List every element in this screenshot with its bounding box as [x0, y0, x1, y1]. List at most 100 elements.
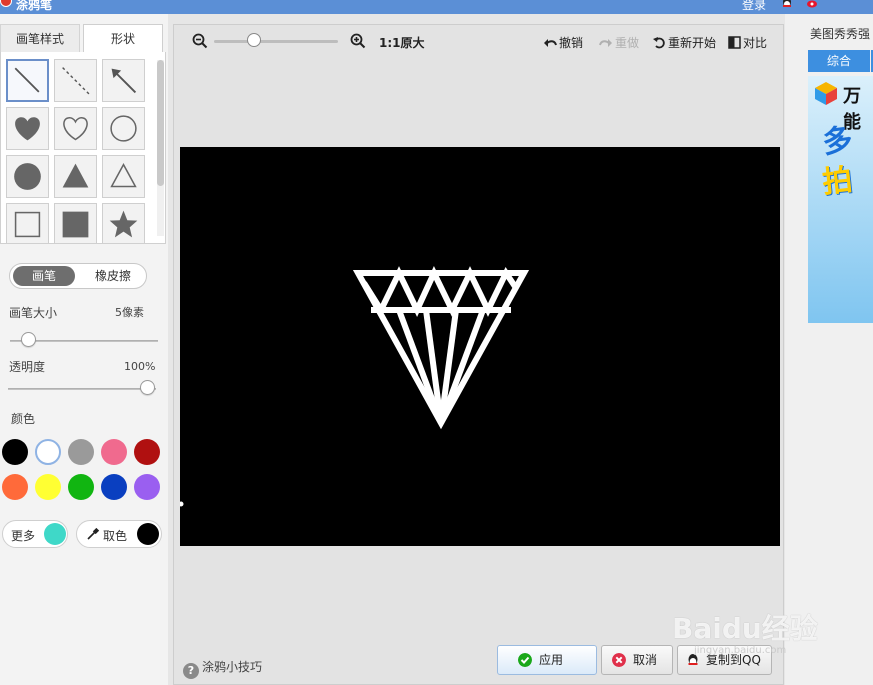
shape-outline-heart-button[interactable] [54, 107, 97, 150]
diamond-drawing [180, 147, 780, 546]
outline-triangle-icon [103, 156, 144, 197]
more-colors-label: 更多 [11, 527, 35, 544]
outline-circle-icon [103, 108, 144, 149]
mode-toggle: 画笔 橡皮擦 [9, 263, 147, 289]
more-colors-button[interactable]: 更多 [2, 520, 68, 548]
color-swatch[interactable] [35, 474, 61, 500]
drawing-canvas[interactable] [180, 147, 780, 546]
baidu-watermark: Baidu经验 jingyan.baidu.com [672, 595, 822, 665]
advertisement-banner[interactable]: 万能 多 拍 [808, 76, 873, 323]
opacity-slider[interactable] [8, 388, 156, 390]
login-link[interactable]: 登录 [742, 0, 766, 13]
redo-button[interactable]: 重做 [599, 34, 639, 51]
color-swatch[interactable] [2, 439, 28, 465]
pick-color-button[interactable]: 取色 [76, 520, 162, 548]
eyedropper-icon [86, 527, 100, 541]
opacity-label: 透明度 [9, 358, 45, 375]
restart-icon [653, 36, 666, 49]
ad-graphic-2: 拍 [820, 155, 854, 202]
filled-circle-icon [7, 156, 48, 197]
shape-filled-triangle-button[interactable] [54, 155, 97, 198]
brush-mode-button[interactable]: 画笔 [13, 266, 75, 286]
doodle-tips-link[interactable]: ?涂鸦小技巧 [183, 658, 262, 679]
shape-scrollbar-thumb[interactable] [157, 60, 164, 186]
title-bar: 涂鸦笔 登录 [0, 0, 873, 14]
line-icon [8, 61, 47, 100]
check-icon [518, 653, 532, 667]
cancel-button[interactable]: 取消 [601, 645, 673, 675]
weibo-icon[interactable] [806, 0, 820, 8]
cancel-label: 取消 [633, 646, 657, 674]
shape-filled-heart-button[interactable] [6, 107, 49, 150]
filled-heart-icon [7, 108, 48, 149]
compare-icon [728, 36, 741, 49]
doodle-tips-label: 涂鸦小技巧 [202, 660, 262, 674]
left-panel: 画笔样式 形状 [0, 14, 168, 685]
color-swatch[interactable] [101, 439, 127, 465]
shape-dashed-line-button[interactable] [54, 59, 97, 102]
right-panel: 美图秀秀强 综合 万能 多 拍 [785, 14, 873, 685]
zoom-in-icon[interactable] [350, 33, 366, 49]
shape-outline-square-button[interactable] [6, 203, 49, 244]
zoom-slider[interactable] [214, 40, 338, 43]
undo-label: 撤销 [559, 36, 583, 50]
color-swatch[interactable] [68, 474, 94, 500]
compare-button[interactable]: 对比 [728, 34, 767, 51]
editor-area: 1:1原大 撤销 重做 重新开始 对比 ?涂鸦小技巧 [173, 24, 784, 685]
tab-shape[interactable]: 形状 [83, 24, 163, 52]
color-swatch[interactable] [134, 474, 160, 500]
more-color-preview [44, 523, 66, 545]
help-icon: ? [183, 663, 199, 679]
filled-square-icon [55, 204, 96, 244]
picked-color-preview [137, 523, 159, 545]
shape-arrow-button[interactable] [102, 59, 145, 102]
filled-triangle-icon [55, 156, 96, 197]
qq-icon[interactable] [780, 0, 794, 8]
restart-button[interactable]: 重新开始 [653, 34, 716, 51]
zoom-out-icon[interactable] [192, 33, 208, 49]
color-label: 颜色 [11, 410, 35, 427]
tab-brush-style[interactable]: 画笔样式 [0, 24, 80, 52]
shape-filled-square-button[interactable] [54, 203, 97, 244]
right-panel-title: 美图秀秀强 [810, 25, 870, 42]
shape-filled-circle-button[interactable] [6, 155, 49, 198]
app-logo-icon [0, 0, 12, 7]
tool-tabs: 画笔样式 形状 [0, 24, 168, 52]
shape-filled-star-button[interactable] [102, 203, 145, 244]
undo-icon [543, 37, 557, 49]
arrow-icon [103, 60, 144, 101]
redo-icon [599, 37, 613, 49]
watermark-text: Baidu经验 [672, 607, 818, 647]
zoom-original-size-button[interactable]: 1:1原大 [379, 34, 425, 51]
apply-label: 应用 [539, 646, 563, 674]
window-title: 涂鸦笔 [16, 0, 52, 13]
zoom-slider-thumb[interactable] [247, 33, 261, 47]
apply-button[interactable]: 应用 [497, 645, 597, 675]
shape-scrollbar[interactable] [157, 60, 164, 236]
color-swatch[interactable] [2, 474, 28, 500]
editor-toolbar: 1:1原大 撤销 重做 重新开始 对比 [174, 25, 783, 57]
cancel-icon [612, 653, 626, 667]
undo-button[interactable]: 撤销 [543, 34, 583, 51]
color-swatch[interactable] [101, 474, 127, 500]
shape-outline-circle-button[interactable] [102, 107, 145, 150]
outline-heart-icon [55, 108, 96, 149]
shape-line-button[interactable] [6, 59, 49, 102]
dashed-line-icon [55, 60, 96, 101]
eraser-mode-button[interactable]: 橡皮擦 [82, 266, 144, 286]
color-swatch[interactable] [134, 439, 160, 465]
shape-palette [0, 52, 166, 244]
color-swatch[interactable] [68, 439, 94, 465]
outline-square-icon [7, 204, 48, 244]
compare-label: 对比 [743, 36, 767, 50]
filled-star-icon [103, 204, 144, 244]
restart-label: 重新开始 [668, 36, 716, 50]
tab-all[interactable]: 综合 [808, 50, 870, 72]
redo-label: 重做 [615, 36, 639, 50]
pick-color-label: 取色 [103, 527, 127, 544]
color-swatch[interactable] [35, 439, 61, 465]
brush-size-slider-thumb[interactable] [21, 332, 36, 347]
shape-outline-triangle-button[interactable] [102, 155, 145, 198]
brush-size-label: 画笔大小 [9, 304, 57, 321]
opacity-slider-thumb[interactable] [140, 380, 155, 395]
